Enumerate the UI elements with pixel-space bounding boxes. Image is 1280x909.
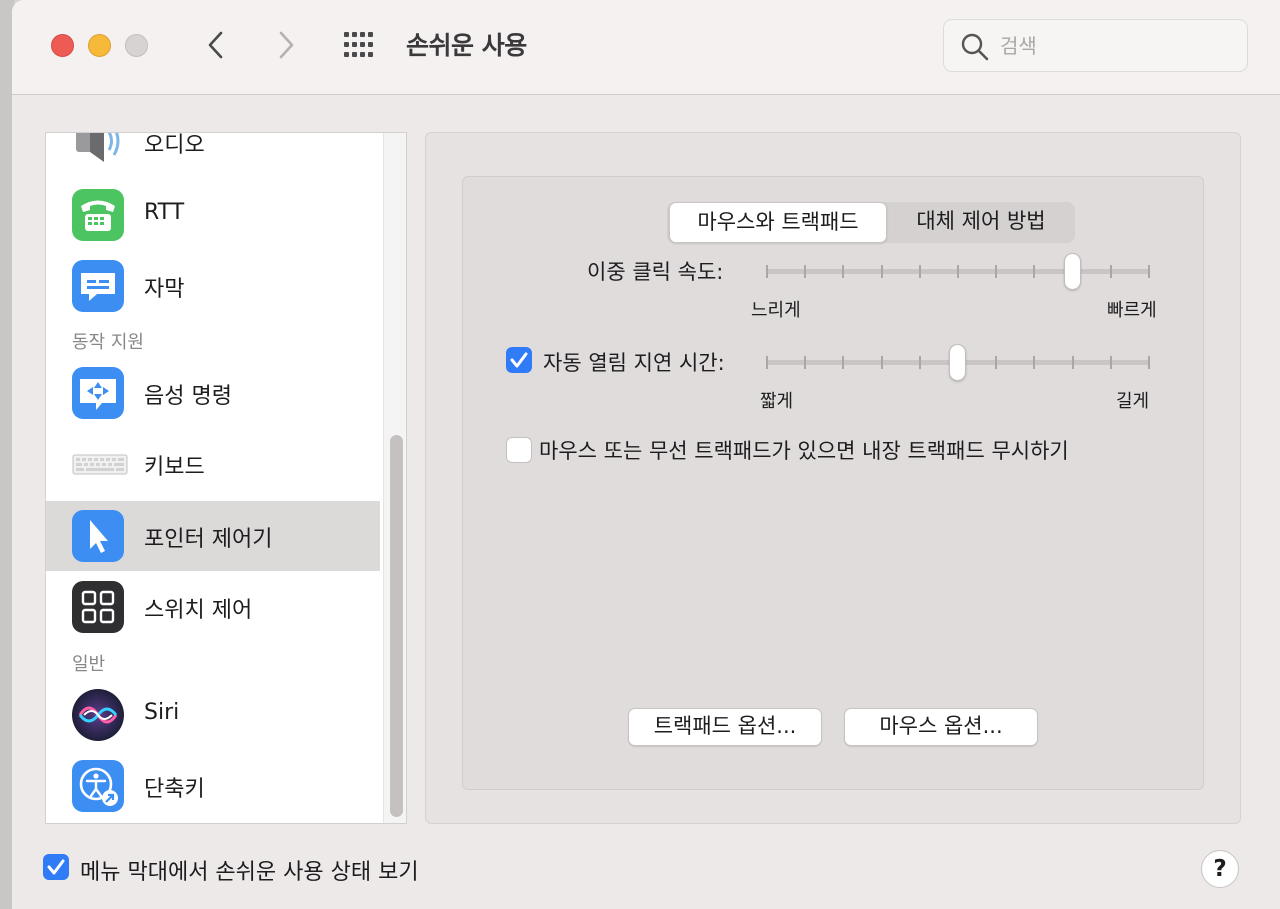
preferences-window: 손쉬운 사용 오디오 [12,0,1280,909]
trackpad-options-button[interactable]: 트랙패드 옵션... [628,708,822,746]
sidebar-item-siri[interactable]: Siri [46,680,380,750]
help-button[interactable]: ? [1201,850,1239,888]
captions-icon [72,260,124,312]
ignore-trackpad-label: 마우스 또는 무선 트랙패드가 있으면 내장 트랙패드 무시하기 [539,439,1069,463]
slider-tick [918,356,921,369]
slider-thumb[interactable] [1064,253,1082,290]
pointer-control-pane: 마우스와 트랙패드 대체 제어 방법 이중 클릭 속도: 느리게 빠르게 자동 … [425,132,1241,824]
show-all-button[interactable] [342,30,378,60]
sidebar-scrollbar[interactable] [383,133,406,823]
keyboard-icon [72,438,128,490]
forward-button[interactable] [270,28,302,62]
tab-content-box: 마우스와 트랙패드 대체 제어 방법 이중 클릭 속도: 느리게 빠르게 자동 … [462,176,1204,790]
sidebar-item-captions[interactable]: 자막 [46,251,380,321]
slider-tick [1109,356,1112,369]
slider-tick [880,265,883,278]
voice-control-icon [72,367,124,419]
sidebar-item-label: Siri [144,700,180,725]
speaker-icon [72,133,124,168]
slider-thumb[interactable] [949,344,966,381]
chevron-right-icon [279,31,294,59]
tab-mouse-trackpad[interactable]: 마우스와 트랙패드 [669,202,887,243]
scrollbar-thumb[interactable] [390,435,403,817]
accessibility-shortcut-icon [72,760,124,812]
tab-alternate-control[interactable]: 대체 제어 방법 [889,202,1073,243]
sidebar-item-label: 자막 [144,277,185,302]
back-button[interactable] [200,28,232,62]
slider-tick [995,265,998,278]
sidebar-item-label: RTT [144,200,185,225]
magnifier-icon [961,33,989,61]
sidebar-section-general: 일반 [72,654,106,675]
show-in-menu-bar-checkbox[interactable] [43,854,69,880]
tab-bar: 마우스와 트랙패드 대체 제어 방법 [667,202,1075,243]
siri-icon [72,689,124,741]
titlebar: 손쉬운 사용 [12,0,1280,95]
sidebar-item-keyboard[interactable]: 키보드 [46,429,380,499]
sidebar-item-audio[interactable]: 오디오 [46,133,380,177]
checkmark-icon [510,352,528,368]
sidebar-item-switch-control[interactable]: 스위치 제어 [46,572,380,642]
close-button[interactable] [51,34,74,57]
ignore-trackpad-checkbox[interactable] [506,437,532,463]
mouse-options-button[interactable]: 마우스 옵션... [844,708,1038,746]
slider-tick [804,356,807,369]
minimize-button[interactable] [88,34,111,57]
show-in-menu-bar-label: 메뉴 막대에서 손쉬운 사용 상태 보기 [80,860,419,885]
sidebar-item-label: 오디오 [144,133,205,158]
slider-tick [1109,265,1112,278]
spring-loading-label: 자동 열림 지연 시간: [543,351,725,375]
slider-tick [1148,265,1150,278]
slider-tick [995,356,998,369]
fast-label: 빠르게 [1107,300,1157,321]
slider-tick [1033,356,1036,369]
sidebar-item-pointer-control[interactable]: 포인터 제어기 [46,501,380,571]
short-label: 짧게 [760,391,794,412]
window-title: 손쉬운 사용 [406,31,527,60]
sidebar-item-shortcut[interactable]: 단축키 [46,751,380,821]
search-input[interactable] [1000,30,1230,62]
slider-tick [766,356,768,369]
slider-tick [957,265,959,278]
sidebar-item-label: 포인터 제어기 [144,527,273,552]
sidebar-item-label: 키보드 [144,455,205,480]
checkmark-icon [47,859,65,875]
grid-icon [344,32,373,57]
sidebar-item-rtt[interactable]: RTT [46,180,380,250]
sidebar-item-label: 음성 명령 [144,384,232,409]
slider-tick [842,265,845,278]
spring-loading-checkbox[interactable] [506,347,532,373]
slow-label: 느리게 [751,300,801,321]
switch-control-icon [72,581,124,633]
slider-tick [1071,356,1074,369]
sidebar-item-voice-control[interactable]: 음성 명령 [46,358,380,428]
slider-tick [1033,265,1036,278]
search-field[interactable] [943,19,1248,72]
slider-tick [880,356,883,369]
slider-tick [1148,356,1150,369]
sidebar-section-motor: 동작 지원 [72,332,144,353]
double-click-speed-label: 이중 클릭 속도: [587,260,724,284]
rtt-phone-icon [72,189,124,241]
slider-tick [842,356,845,369]
pointer-icon [72,510,124,562]
long-label: 길게 [1116,391,1150,412]
slider-tick [918,265,921,278]
sidebar-item-label: 단축키 [144,777,205,802]
sidebar[interactable]: 오디오 RTT 자막 동작 지원 음성 명령 키보드 포인터 제어기 스위치 제… [45,132,407,824]
zoom-button[interactable] [125,34,148,57]
sidebar-item-label: 스위치 제어 [144,598,253,623]
slider-tick [766,265,768,278]
chevron-left-icon [208,31,223,59]
slider-tick [804,265,807,278]
